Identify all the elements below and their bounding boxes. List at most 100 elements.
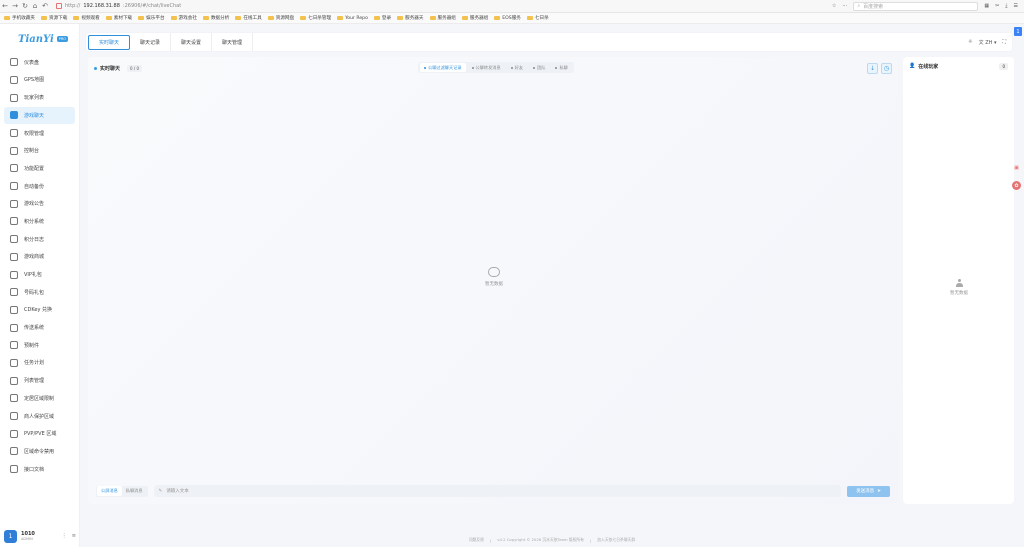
bookmark-item[interactable]: 资源下载 [40, 15, 67, 21]
scissors-icon[interactable]: ✂ [995, 3, 999, 9]
sidebar-item-zone[interactable]: 区域命令禁用 [4, 443, 75, 460]
fullscreen-icon[interactable]: ⛶ [1002, 39, 1006, 45]
person-icon [955, 279, 963, 287]
footer-feedback-link[interactable]: 问题反馈 [469, 537, 484, 543]
avatar[interactable]: 1 [4, 529, 17, 543]
sidebar-item-announcement[interactable]: 游戏公告 [4, 196, 75, 213]
back-icon[interactable]: ← [0, 2, 10, 10]
home-icon[interactable]: ⌂ [30, 2, 40, 10]
apps-icon[interactable]: ▦ [984, 3, 989, 9]
sidebar-item-prefab[interactable]: 预制件 [4, 337, 75, 354]
sidebar-item-backup[interactable]: 自动备份 [4, 178, 75, 195]
sidebar-item-trader[interactable]: 商人保护区域 [4, 408, 75, 425]
collapse-menu-icon[interactable]: ≡ [72, 533, 76, 539]
history-button[interactable]: ◷ [881, 62, 892, 74]
send-public-tab[interactable]: 公屏消息 [97, 486, 122, 496]
logo[interactable]: TianYi PRO [0, 24, 79, 54]
online-players-panel: 👤 在线玩家 0 暂无数据 [903, 57, 1014, 504]
send-label: 发送消息 [856, 489, 875, 494]
location-icon [10, 394, 18, 403]
sidebar-item-location[interactable]: 定居区域限制 [4, 390, 75, 407]
sidebar-item-label: 传送系统 [24, 325, 45, 332]
sidebar-item-label: 任务计划 [24, 360, 45, 367]
sidebar-item-pvp[interactable]: PVP/PVE 区域 [4, 425, 75, 442]
sidebar-item-label: 列表管理 [24, 378, 45, 385]
tab-chat-history[interactable]: 聊天记录 [130, 33, 172, 51]
language-switch[interactable]: 文 ZH ▾ [979, 39, 997, 46]
bookmark-item[interactable]: Your Repo [337, 16, 368, 21]
search-icon: ⌕ [857, 3, 861, 9]
reload-icon[interactable]: ↻ [20, 2, 30, 10]
filter-public-forward[interactable]: 公聊转发消息 [468, 63, 505, 72]
forward-icon[interactable]: → [10, 2, 20, 10]
download-icon[interactable]: ⤓ [1005, 3, 1007, 9]
bookmark-item[interactable]: 手机收藏夹 [4, 15, 35, 21]
sidebar-item-points[interactable]: 积分系统 [4, 213, 75, 230]
tab-chat-management[interactable]: 聊天管理 [212, 33, 254, 51]
sidebar-item-user[interactable]: 玩家列表 [4, 89, 75, 106]
bookmark-item[interactable]: 数据分析 [202, 15, 229, 21]
bookmark-item[interactable]: 七日杀管理 [300, 15, 331, 21]
tab-live-chat[interactable]: 实时聊天 [88, 34, 131, 50]
scroll-down-button[interactable]: ↓ [867, 62, 878, 74]
bookmark-item[interactable]: EOS服务 [494, 15, 521, 21]
send-private-tab[interactable]: 私聊消息 [122, 486, 147, 496]
address-bar[interactable]: http://192.168.31.88:26906/#/chat/liveCh… [56, 3, 756, 9]
bookmark-item[interactable]: 娱乐平台 [138, 15, 165, 21]
sidebar-item-teleport[interactable]: 传送系统 [4, 319, 75, 336]
bookmark-item[interactable]: 登录 [373, 15, 391, 21]
sidebar-item-schedule[interactable]: 任务计划 [4, 355, 75, 372]
more-icon[interactable]: ⋯ [842, 3, 847, 9]
sidebar-item-console[interactable]: 控制台 [4, 142, 75, 159]
console-icon [10, 146, 18, 155]
folder-icon [235, 16, 242, 20]
bookmark-item[interactable]: 游戏会社 [170, 15, 197, 21]
float-help-icon[interactable]: ✿ [1012, 181, 1021, 190]
sidebar-item-permission[interactable]: 权限管理 [4, 125, 75, 142]
sidebar-item-chat[interactable]: 游戏聊天 [4, 107, 75, 124]
chat-filter-group: 公聊过滤聊天记录 公聊转发消息 好友 团队 私聊 [418, 62, 574, 73]
filter-team[interactable]: 团队 [529, 63, 549, 72]
folder-icon [73, 16, 80, 20]
filter-friends[interactable]: 好友 [507, 63, 527, 72]
trader-icon [10, 412, 18, 420]
sidebar-item-log[interactable]: 积分日志 [4, 231, 75, 248]
folder-icon [40, 16, 47, 20]
bookmark-item[interactable]: 资源网盘 [267, 15, 294, 21]
bookmark-item[interactable]: 视频观看 [73, 15, 100, 21]
sidebar-item-shop[interactable]: 游戏商城 [4, 249, 75, 266]
menu-icon[interactable]: ☰ [1014, 3, 1018, 9]
bookmark-item[interactable]: 七日杀 [526, 15, 549, 21]
sidebar-item-list[interactable]: 列表管理 [4, 372, 75, 389]
sidebar-item-doc[interactable]: 接口文档 [4, 461, 75, 478]
sidebar-item-key[interactable]: CDKey 兑换 [4, 302, 75, 319]
undo-icon[interactable]: ↶ [40, 2, 50, 10]
bookmark-item[interactable]: 素材下载 [105, 15, 132, 21]
bookmark-item[interactable]: 在线工具 [235, 15, 262, 21]
filter-public-history[interactable]: 公聊过滤聊天记录 [420, 63, 466, 72]
star-icon[interactable]: ☆ [832, 3, 836, 9]
tab-chat-settings[interactable]: 聊天设置 [171, 33, 213, 51]
message-input[interactable]: ✎ 请输入文本 [153, 485, 841, 497]
footer-join-link[interactable]: 加入天依七日杀聊天群 [597, 537, 635, 543]
sidebar-item-vip[interactable]: VIP礼包 [4, 266, 75, 283]
filter-private[interactable]: 私聊 [551, 63, 571, 72]
sidebar-item-dashboard[interactable]: 仪表盘 [4, 54, 75, 71]
bookmark-item[interactable]: 服务器天 [397, 15, 424, 21]
notification-badge[interactable]: 1 [1014, 27, 1022, 36]
bookmark-item[interactable]: 服务器组 [461, 15, 488, 21]
sidebar-item-settings[interactable]: 功能配置 [4, 160, 75, 177]
sidebar-item-label: CDKey 兑换 [24, 307, 52, 314]
float-tool-icon[interactable]: ▣ [1012, 163, 1021, 172]
sidebar-item-gift[interactable]: 号码礼包 [4, 284, 75, 301]
more-vertical-icon[interactable]: ⋮ [62, 533, 67, 539]
folder-icon [397, 16, 404, 20]
sidebar-item-map[interactable]: GPS地图 [4, 72, 75, 89]
folder-icon [170, 16, 177, 20]
sidebar-item-label: 接口文档 [24, 466, 45, 473]
theme-icon[interactable]: ☼ [968, 39, 972, 45]
browser-search-input[interactable]: ⌕ 百度搜索 [853, 1, 979, 11]
chat-panel: 实时聊天 0 / 0 公聊过滤聊天记录 公聊转发消息 好友 团队 私聊 ↓ ◷ … [88, 57, 898, 504]
bookmark-item[interactable]: 服务器组 [429, 15, 456, 21]
send-button[interactable]: 发送消息 ➤ [847, 485, 890, 497]
